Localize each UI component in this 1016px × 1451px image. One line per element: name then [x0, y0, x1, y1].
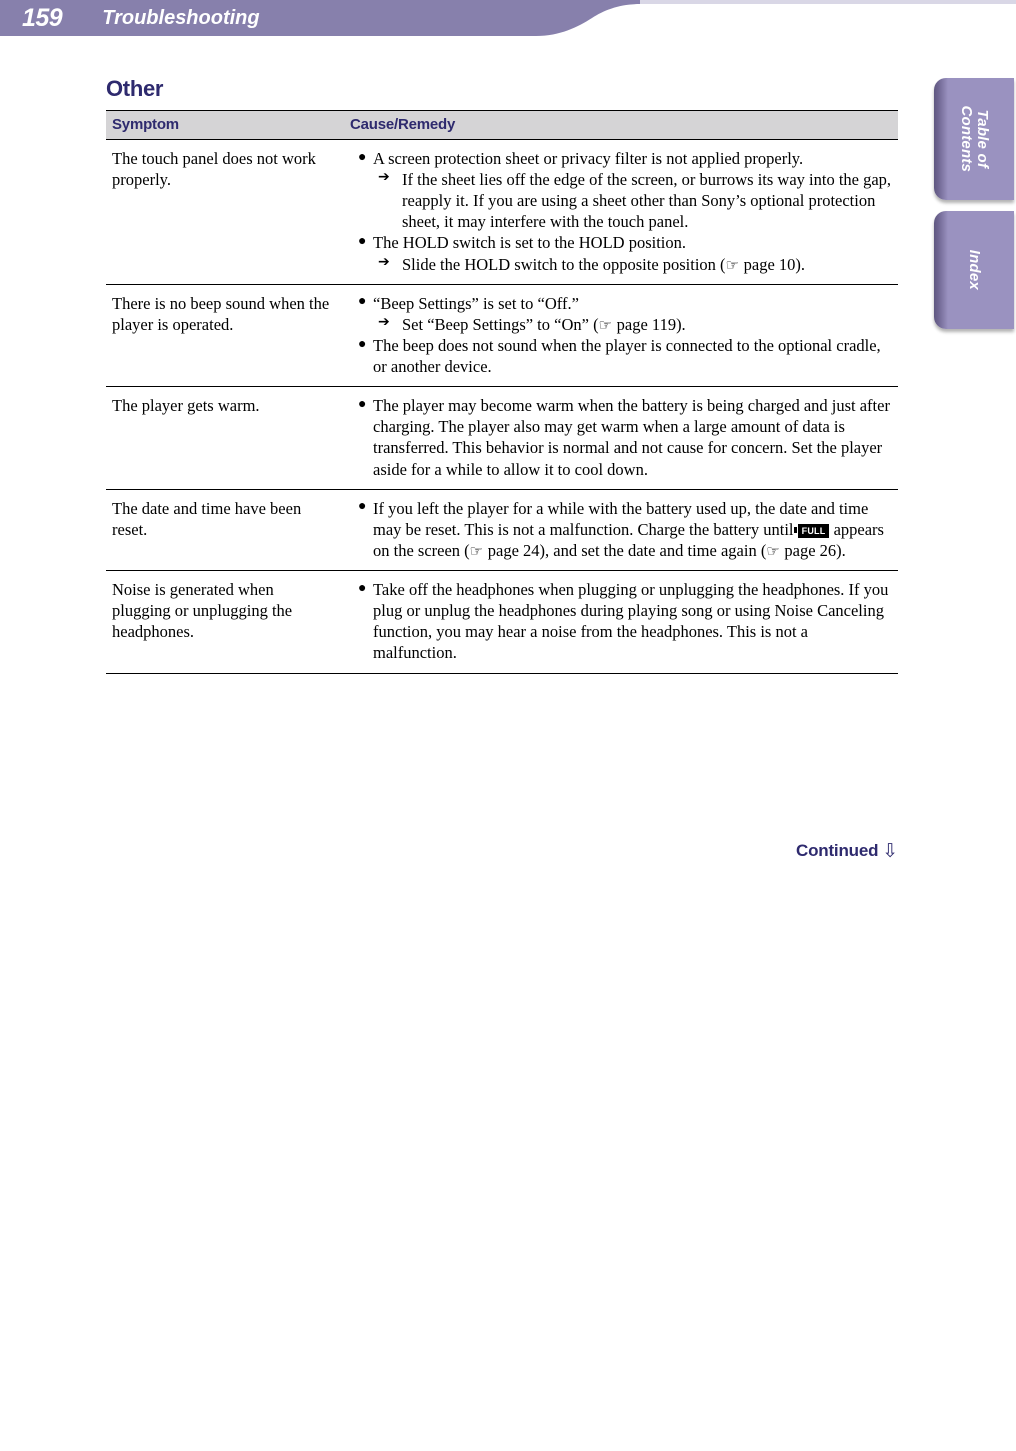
tab-label-index: Index [965, 249, 983, 291]
table-row: There is no beep sound when the player i… [106, 284, 898, 388]
list-item: ● “Beep Settings” is set to “Off.” ➔ Set… [356, 293, 894, 335]
list-item: ➔ Slide the HOLD switch to the opposite … [376, 254, 894, 275]
list-item: ● A screen protection sheet or privacy f… [356, 148, 894, 232]
arrow-text: If the sheet lies off the edge of the sc… [402, 170, 892, 232]
symptom-cell: The player gets warm. [106, 386, 344, 490]
bullet-icon: ● [358, 580, 367, 596]
bullet-text: The beep does not sound when the player … [373, 336, 881, 377]
table-header-row: Symptom Cause/Remedy [106, 110, 898, 140]
symptom-cell: Noise is generated when plugging or unpl… [106, 570, 344, 674]
list-item: ● The player may become warm when the ba… [356, 395, 894, 479]
battery-full-icon: FULL [794, 523, 830, 538]
table-row: The touch panel does not work properly. … [106, 139, 898, 285]
bullet-icon: ● [358, 396, 367, 412]
table-row: Noise is generated when plugging or unpl… [106, 570, 898, 674]
tab-label-index-line1: Index [965, 249, 983, 291]
column-header-cause-remedy: Cause/Remedy [344, 110, 898, 140]
table-row: The date and time have been reset. ● If y… [106, 489, 898, 572]
arrow-text-pre: Slide the HOLD switch to the opposite po… [402, 254, 726, 274]
column-header-symptom: Symptom [106, 110, 344, 140]
tab-label-line1: Table of [973, 109, 991, 169]
symptom-cell: The touch panel does not work properly. [106, 139, 344, 285]
cause-remedy-cell: ● Take off the headphones when plugging … [344, 570, 898, 674]
list-item: ➔ Set “Beep Settings” to “On” (☞ page 11… [376, 314, 894, 335]
bullet-icon: ● [358, 149, 367, 165]
continued-marker: Continued ⇩ [106, 840, 898, 862]
symptom-cell: There is no beep sound when the player i… [106, 284, 344, 388]
bullet-icon: ● [358, 294, 367, 310]
list-item: ● The beep does not sound when the playe… [356, 335, 894, 377]
bullet-icon: ● [358, 336, 367, 352]
arrow-right-icon: ➔ [378, 253, 390, 270]
chapter-title: Troubleshooting [102, 6, 260, 29]
cause-remedy-cell: ● A screen protection sheet or privacy f… [344, 139, 898, 285]
bullet-text-part4: page 26). [780, 540, 846, 560]
arrow-list: ➔ Set “Beep Settings” to “On” (☞ page 11… [373, 314, 894, 335]
hand-pointing-icon: ☞ [598, 315, 613, 334]
bullet-list: ● A screen protection sheet or privacy f… [356, 148, 894, 275]
page-title: Other [106, 76, 164, 101]
arrow-text-mid: page 119). [612, 314, 686, 334]
table-body: The touch panel does not work properly. … [106, 139, 898, 674]
page-header: 159 Troubleshooting [0, 0, 1016, 40]
arrow-text-mid: page 10). [739, 254, 806, 274]
arrow-down-icon: ⇩ [882, 840, 898, 862]
page-number: 159 [22, 3, 63, 32]
bullet-list: ● Take off the headphones when plugging … [356, 579, 894, 663]
cause-remedy-cell: ● The player may become warm when the ba… [344, 386, 898, 490]
bullet-text: Take off the headphones when plugging or… [373, 580, 889, 663]
bullet-text: The player may become warm when the batt… [373, 396, 890, 479]
symptom-cell: The date and time have been reset. [106, 489, 344, 572]
list-item: ➔ If the sheet lies off the edge of the … [376, 169, 894, 232]
bullet-icon: ● [358, 499, 367, 515]
hand-pointing-icon: ☞ [725, 255, 740, 274]
bullet-text-part3: page 24), and set the date and time agai… [483, 540, 767, 560]
tab-label-line2: Contents [957, 105, 975, 173]
table-header: Symptom Cause/Remedy [106, 110, 898, 140]
arrow-right-icon: ➔ [378, 169, 390, 186]
hand-pointing-icon: ☞ [766, 541, 781, 560]
list-item: ● The HOLD switch is set to the HOLD pos… [356, 232, 894, 274]
bullet-list: ● “Beep Settings” is set to “Off.” ➔ Set… [356, 293, 894, 378]
continued-label: Continued [796, 841, 879, 860]
bullet-icon: ● [358, 233, 367, 249]
header-text-group: 159 Troubleshooting [0, 0, 620, 36]
cause-remedy-cell: ● If you left the player for a while with… [344, 489, 898, 572]
table-row: The player gets warm. ● The player may b… [106, 386, 898, 490]
bullet-text: The HOLD switch is set to the HOLD posit… [373, 233, 687, 253]
bullet-list: ● The player may become warm when the ba… [356, 395, 894, 479]
troubleshooting-table: Symptom Cause/Remedy The touch panel doe… [106, 110, 898, 674]
main-content: Other Symptom Cause/Remedy The touch pan… [106, 76, 898, 674]
tab-label-table-of-contents: Table of Contents [957, 105, 991, 173]
hand-pointing-icon: ☞ [469, 541, 484, 560]
arrow-right-icon: ➔ [378, 313, 390, 330]
bullet-list: ● If you left the player for a while with… [356, 498, 894, 561]
sidebar-tab-index[interactable]: Index [934, 211, 1014, 329]
arrow-list: ➔ Slide the HOLD switch to the opposite … [373, 254, 894, 275]
arrow-text-pre: Set “Beep Settings” to “On” ( [402, 314, 599, 334]
list-item: ● Take off the headphones when plugging … [356, 579, 894, 663]
side-tab-group: Table of Contents Index [934, 78, 1016, 340]
arrow-list: ➔ If the sheet lies off the edge of the … [373, 169, 894, 232]
sidebar-tab-table-of-contents[interactable]: Table of Contents [934, 78, 1014, 200]
bullet-text: A screen protection sheet or privacy fil… [373, 149, 804, 168]
bullet-text: “Beep Settings” is set to “Off.” [373, 293, 579, 313]
list-item: ● If you left the player for a while with… [356, 498, 894, 561]
cause-remedy-cell: ● “Beep Settings” is set to “Off.” ➔ Set… [344, 284, 898, 388]
